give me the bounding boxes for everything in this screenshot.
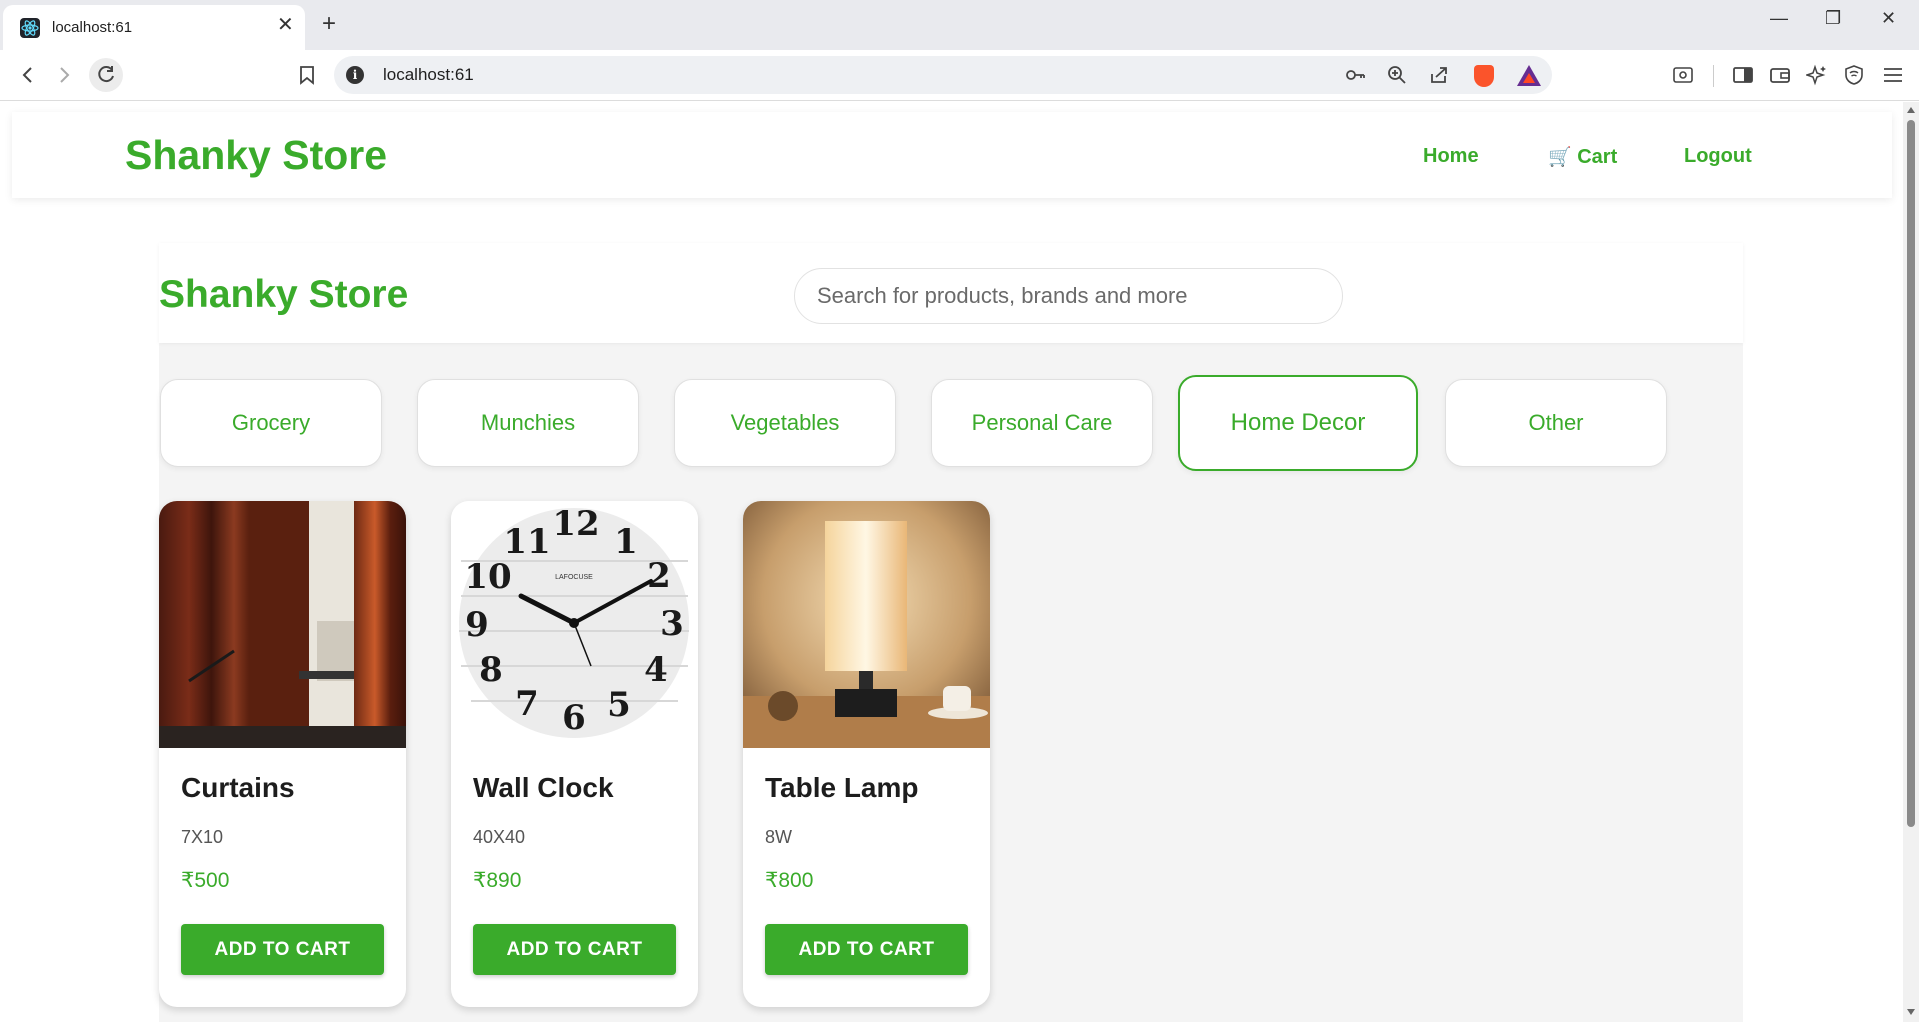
nav-cart-label: Cart bbox=[1577, 146, 1618, 168]
category-personal-care[interactable]: Personal Care bbox=[931, 379, 1153, 467]
product-size: 40X40 bbox=[473, 827, 526, 847]
bookmark-icon[interactable] bbox=[294, 62, 320, 88]
product-name: Wall Clock bbox=[473, 772, 614, 803]
leo-ai-icon[interactable] bbox=[1804, 62, 1830, 88]
product-size: 8W bbox=[765, 827, 792, 847]
vpn-icon[interactable] bbox=[1841, 62, 1867, 88]
product-price: ₹800 bbox=[765, 869, 814, 892]
category-grocery[interactable]: Grocery bbox=[160, 379, 382, 467]
navbar-brand[interactable]: Shanky Store bbox=[125, 132, 387, 179]
product-card: 12 1 2 3 4 5 6 7 8 9 10 11 LAFOCUSE Wall… bbox=[451, 501, 698, 1007]
forward-icon[interactable] bbox=[51, 62, 77, 88]
product-name: Table Lamp bbox=[765, 772, 919, 803]
menu-icon[interactable] bbox=[1880, 62, 1906, 88]
browser-toolbar: i localhost:61 bbox=[0, 50, 1919, 101]
toolbar-divider bbox=[1713, 65, 1714, 87]
restore-icon[interactable]: ❐ bbox=[1825, 8, 1841, 29]
nav-home-link[interactable]: Home bbox=[1423, 145, 1479, 168]
category-other[interactable]: Other bbox=[1445, 379, 1667, 467]
clock-numeral: 2 bbox=[647, 556, 671, 596]
main-container: Shanky Store Grocery Munchies Vegetables… bbox=[159, 243, 1743, 1022]
clock-numeral: 1 bbox=[614, 522, 638, 562]
clock-numeral: 8 bbox=[479, 650, 503, 690]
curtains-image bbox=[159, 501, 406, 748]
scrollbar-thumb[interactable] bbox=[1907, 120, 1915, 827]
minimize-icon[interactable]: — bbox=[1770, 8, 1788, 29]
page-viewport: Shanky Store Home 🛒 Cart Logout Shanky S… bbox=[0, 102, 1903, 1022]
clock-numeral: 10 bbox=[464, 557, 511, 597]
category-home-decor[interactable]: Home Decor bbox=[1178, 375, 1418, 471]
clock-brand: LAFOCUSE bbox=[555, 574, 593, 581]
browser-tab[interactable]: localhost:61 ✕ bbox=[3, 5, 305, 50]
page-scrollbar[interactable] bbox=[1903, 102, 1919, 1022]
product-size: 7X10 bbox=[181, 827, 224, 847]
clock-numeral: 6 bbox=[562, 698, 586, 738]
browser-tabstrip: localhost:61 ✕ + — ❐ ✕ bbox=[0, 0, 1919, 50]
nav-cart-link[interactable]: 🛒 Cart bbox=[1548, 145, 1617, 169]
zoom-icon[interactable] bbox=[1386, 64, 1408, 91]
category-munchies[interactable]: Munchies bbox=[417, 379, 639, 467]
address-bar[interactable]: i localhost:61 bbox=[334, 56, 1552, 94]
info-icon[interactable]: i bbox=[346, 66, 364, 84]
clock-numeral: 3 bbox=[660, 604, 684, 644]
scroll-up-icon[interactable] bbox=[1907, 107, 1915, 113]
clock-numeral: 11 bbox=[503, 522, 550, 562]
url-text[interactable]: localhost:61 bbox=[383, 65, 474, 85]
hero-title: Shanky Store bbox=[159, 273, 409, 316]
cart-icon: 🛒 bbox=[1548, 147, 1572, 168]
react-favicon-icon bbox=[20, 18, 40, 38]
clock-numeral: 4 bbox=[644, 650, 668, 690]
sidebar-icon[interactable] bbox=[1730, 62, 1756, 88]
add-to-cart-button[interactable]: ADD TO CART bbox=[181, 924, 384, 975]
product-name: Curtains bbox=[181, 772, 295, 803]
wallet-icon[interactable] bbox=[1767, 62, 1793, 88]
product-card: Table Lamp 8W ₹800 ADD TO CART bbox=[743, 501, 990, 1007]
category-vegetables[interactable]: Vegetables bbox=[674, 379, 896, 467]
back-icon[interactable] bbox=[15, 62, 41, 88]
tab-title: localhost:61 bbox=[52, 19, 133, 36]
hero-bar: Shanky Store bbox=[159, 243, 1743, 343]
screenshot-icon[interactable] bbox=[1670, 62, 1696, 88]
tab-close-icon[interactable]: ✕ bbox=[277, 15, 294, 35]
key-icon[interactable] bbox=[1344, 64, 1366, 91]
search-input[interactable] bbox=[794, 268, 1343, 324]
clock-numeral: 5 bbox=[607, 685, 631, 725]
clock-numeral: 7 bbox=[515, 684, 539, 724]
product-card: Curtains 7X10 ₹500 ADD TO CART bbox=[159, 501, 406, 1007]
product-price: ₹890 bbox=[473, 869, 522, 892]
brave-shields-icon[interactable] bbox=[1474, 65, 1494, 87]
reload-icon[interactable] bbox=[89, 58, 123, 92]
clock-numeral: 12 bbox=[552, 504, 599, 544]
nav-logout-link[interactable]: Logout bbox=[1684, 145, 1752, 168]
share-icon[interactable] bbox=[1428, 64, 1450, 91]
add-to-cart-button[interactable]: ADD TO CART bbox=[473, 924, 676, 975]
wall-clock-image: 12 1 2 3 4 5 6 7 8 9 10 11 LAFOCUSE bbox=[451, 501, 698, 748]
table-lamp-image bbox=[743, 501, 990, 748]
new-tab-icon[interactable]: + bbox=[322, 10, 336, 38]
brave-rewards-icon[interactable] bbox=[1517, 65, 1541, 86]
scroll-down-icon[interactable] bbox=[1907, 1009, 1915, 1015]
add-to-cart-button[interactable]: ADD TO CART bbox=[765, 924, 968, 975]
close-window-icon[interactable]: ✕ bbox=[1881, 8, 1896, 29]
navbar: Shanky Store Home 🛒 Cart Logout bbox=[12, 112, 1892, 198]
product-price: ₹500 bbox=[181, 869, 230, 892]
clock-numeral: 9 bbox=[465, 605, 489, 645]
